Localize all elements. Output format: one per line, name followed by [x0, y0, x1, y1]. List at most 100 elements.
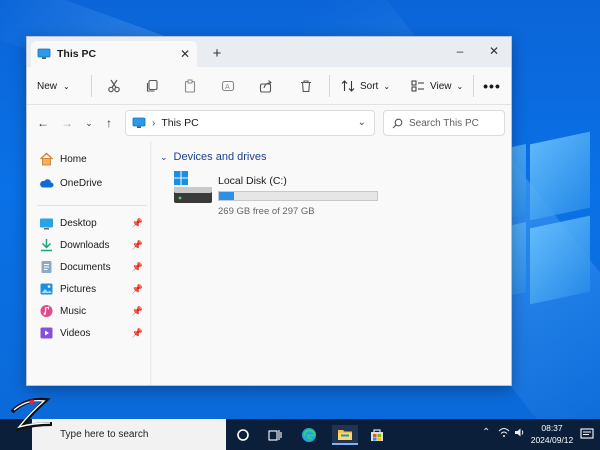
music-icon	[40, 305, 53, 317]
clock-date: 2024/09/12	[530, 435, 574, 445]
cortana-icon[interactable]	[232, 425, 254, 445]
share-icon[interactable]	[257, 77, 275, 95]
close-tab-button[interactable]: ✕	[177, 46, 193, 62]
new-button[interactable]: New ⌄	[37, 77, 70, 95]
command-bar: New ⌄ A Sort ⌄ View ⌄ •••	[27, 67, 511, 105]
sidebar-item-label: Documents	[60, 261, 111, 273]
tab-this-pc[interactable]: This PC ✕	[31, 41, 197, 67]
download-icon	[41, 239, 52, 252]
sidebar-item-label: OneDrive	[60, 177, 103, 189]
back-arrow-icon[interactable]: ←	[35, 114, 51, 132]
cloud-icon	[40, 179, 54, 188]
minimize-button[interactable]: –	[447, 41, 473, 61]
divider	[473, 75, 474, 97]
recent-locations-icon[interactable]: ⌄	[81, 114, 97, 132]
more-options-button[interactable]: •••	[483, 77, 501, 95]
sidebar-item-downloads[interactable]: Downloads 📌	[39, 235, 147, 255]
view-label: View	[430, 80, 452, 92]
taskbar: Type here to search ⌃ 08:37 2024/09/12	[0, 419, 600, 450]
search-placeholder: Search This PC	[409, 117, 479, 129]
store-icon[interactable]	[366, 425, 388, 445]
sidebar-item-label: Desktop	[60, 217, 97, 229]
search-icon	[392, 118, 403, 128]
drive-free-space: 269 GB free of 297 GB	[218, 206, 315, 217]
sidebar-item-home[interactable]: Home	[39, 149, 147, 169]
chevron-down-icon: ⌄	[63, 81, 70, 91]
divider	[37, 205, 147, 206]
view-button[interactable]: View ⌄	[411, 77, 463, 95]
title-bar: This PC ✕ + – ✕	[27, 37, 511, 67]
drive-usage-bar	[218, 191, 378, 201]
pin-icon[interactable]: 📌	[132, 240, 143, 251]
show-hidden-icons-icon[interactable]: ⌃	[482, 427, 490, 438]
address-bar[interactable]: › This PC ⌄	[125, 110, 375, 136]
sidebar-item-label: Home	[60, 153, 87, 165]
file-explorer-window: This PC ✕ + – ✕ New ⌄ A Sort ⌄ View ⌄ ••…	[26, 36, 512, 386]
sort-button[interactable]: Sort ⌄	[341, 77, 390, 95]
rename-icon[interactable]: A	[219, 77, 237, 95]
watermark-logo	[10, 397, 53, 432]
copy-icon[interactable]	[143, 77, 161, 95]
edge-icon[interactable]	[298, 425, 320, 445]
sidebar-item-videos[interactable]: Videos 📌	[39, 323, 147, 343]
pin-icon[interactable]: 📌	[132, 284, 143, 295]
sort-label: Sort	[360, 80, 379, 92]
sidebar-item-label: Music	[60, 305, 87, 317]
paste-icon[interactable]	[181, 77, 199, 95]
sidebar-item-desktop[interactable]: Desktop 📌	[39, 213, 147, 233]
forward-arrow-icon[interactable]: →	[59, 114, 75, 132]
task-view-icon[interactable]	[264, 425, 286, 445]
breadcrumb-chevron-icon: ›	[152, 117, 156, 129]
taskbar-search-placeholder: Type here to search	[60, 429, 149, 440]
pin-icon[interactable]: 📌	[132, 218, 143, 229]
drive-usage-fill	[219, 192, 234, 200]
pin-icon[interactable]: 📌	[132, 328, 143, 339]
divider	[329, 75, 330, 97]
notification-icon[interactable]	[580, 427, 594, 441]
tab-title: This PC	[57, 48, 97, 60]
close-window-button[interactable]: ✕	[481, 41, 507, 61]
file-explorer-icon[interactable]	[332, 425, 358, 445]
volume-icon[interactable]	[514, 427, 526, 441]
sidebar-item-documents[interactable]: Documents 📌	[39, 257, 147, 277]
drive-name: Local Disk (C:)	[218, 175, 287, 187]
search-input[interactable]: Search This PC	[383, 110, 505, 136]
sort-icon	[341, 80, 355, 92]
content-pane: ⌄ Devices and drives Local Disk (C:) 269…	[152, 141, 511, 385]
new-tab-button[interactable]: +	[207, 44, 227, 62]
videos-icon	[40, 327, 53, 339]
pictures-icon	[40, 283, 53, 295]
sidebar-item-music[interactable]: Music 📌	[39, 301, 147, 321]
windows-drive-icon	[174, 171, 212, 203]
sidebar-item-pictures[interactable]: Pictures 📌	[39, 279, 147, 299]
pin-icon[interactable]: 📌	[132, 306, 143, 317]
cut-icon[interactable]	[105, 77, 123, 95]
divider	[91, 75, 92, 97]
chevron-down-icon: ⌄	[456, 81, 464, 91]
system-clock[interactable]: 08:37 2024/09/12	[528, 422, 576, 446]
chevron-down-icon: ⌄	[383, 81, 391, 91]
monitor-icon	[37, 48, 51, 59]
document-icon	[41, 261, 52, 273]
clock-time: 08:37	[541, 423, 563, 433]
group-header-devices[interactable]: ⌄ Devices and drives	[160, 151, 266, 163]
navigation-pane: Home OneDrive Desktop 📌 Downloads 📌 Docu…	[27, 141, 151, 385]
view-icon	[411, 80, 424, 92]
breadcrumb-this-pc[interactable]: This PC	[161, 117, 198, 129]
home-icon	[40, 152, 53, 166]
chevron-down-icon[interactable]: ⌄	[358, 117, 366, 128]
sidebar-item-label: Pictures	[60, 283, 97, 295]
chevron-down-icon: ⌄	[160, 151, 168, 162]
sidebar-item-onedrive[interactable]: OneDrive	[39, 173, 147, 193]
monitor-icon	[132, 117, 146, 128]
pin-icon[interactable]: 📌	[132, 262, 143, 273]
delete-icon[interactable]	[297, 77, 315, 95]
drive-item-local-disk[interactable]: Local Disk (C:) 269 GB free of 297 GB	[172, 169, 402, 219]
up-arrow-icon[interactable]: ↑	[101, 114, 117, 132]
svg-text:A: A	[225, 83, 230, 91]
network-icon[interactable]	[498, 427, 510, 441]
sidebar-item-label: Downloads	[60, 239, 110, 251]
group-title: Devices and drives	[173, 151, 267, 163]
address-row: ← → ⌄ ↑ › This PC ⌄ Search This PC	[27, 105, 511, 141]
new-label: New	[37, 80, 58, 92]
